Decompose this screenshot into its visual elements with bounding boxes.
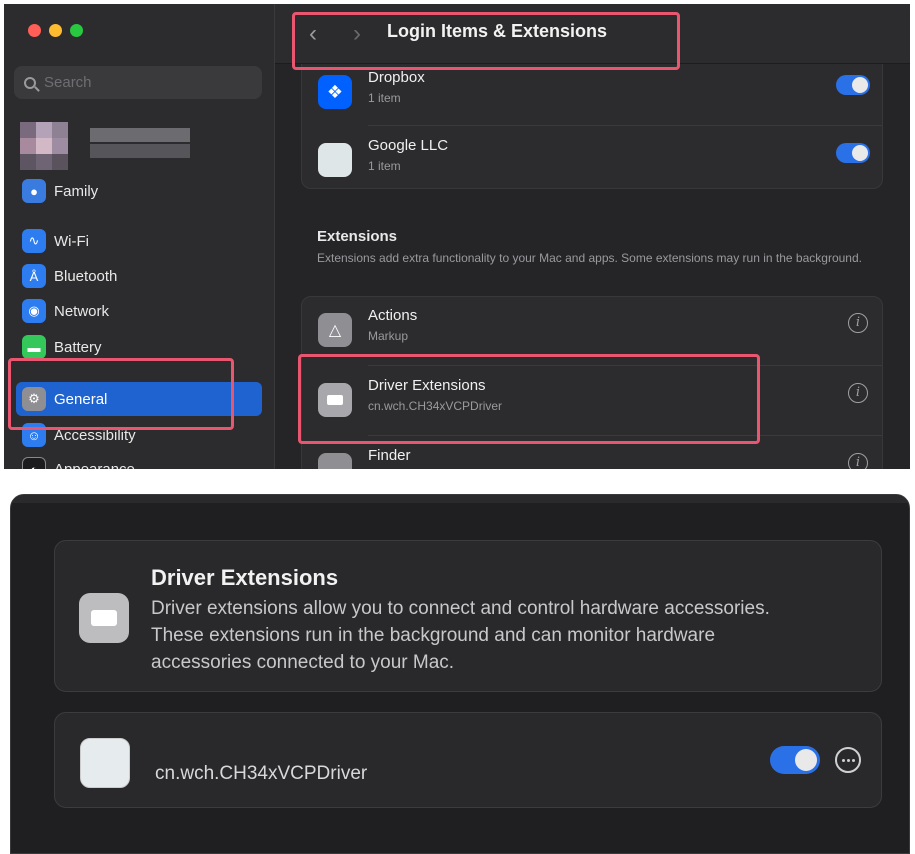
account-profile[interactable] [20, 122, 190, 170]
sidebar-item-appearance[interactable]: ◐ Appearance [16, 454, 262, 469]
page-title: Login Items & Extensions [387, 21, 608, 41]
info-icon[interactable]: i [848, 313, 868, 333]
sidebar-search[interactable] [14, 66, 262, 99]
sidebar-item-bluetooth[interactable]: Å Bluetooth [16, 261, 262, 291]
login-item-count: 1 item [368, 91, 401, 105]
titlebar: ‹ › Login Items & Extensions [275, 4, 910, 64]
gear-icon: ⚙ [22, 387, 46, 411]
google-toggle[interactable] [836, 143, 870, 163]
driver-app-icon [80, 738, 130, 788]
window-controls [28, 24, 83, 37]
search-icon [24, 76, 36, 89]
minimize-window-button[interactable] [49, 24, 62, 37]
sidebar-item-family[interactable]: ● Family [16, 176, 262, 206]
driver-extension-icon [318, 383, 352, 417]
finder-icon [318, 453, 352, 469]
sidebar-item-accessibility[interactable]: ☺ Accessibility [16, 420, 262, 450]
extension-sub: Markup [368, 329, 409, 343]
extension-name: Finder [368, 447, 411, 464]
more-options-icon[interactable] [835, 747, 861, 773]
login-item-name: Dropbox [368, 69, 425, 86]
dropbox-toggle[interactable] [836, 75, 870, 95]
family-icon: ● [22, 179, 46, 203]
sidebar-item-general[interactable]: ⚙ General [16, 382, 262, 416]
extension-sub: cn.wch.CH34xVCPDriver [368, 399, 503, 413]
driver-row-card: cn.wch.CH34xVCPDriver [54, 712, 882, 808]
divider [368, 365, 882, 366]
system-settings-window: ● Family ∿ Wi-Fi Å Bluetooth ◉ Network ▬… [4, 4, 910, 469]
extension-name: Actions [368, 307, 418, 324]
zoom-window-button[interactable] [70, 24, 83, 37]
sidebar-item-network[interactable]: ◉ Network [16, 296, 262, 326]
sidebar-item-label: Accessibility [54, 426, 136, 444]
login-item-row: ❖ Dropbox 1 item [302, 63, 882, 129]
sidebar-item-label: Appearance [54, 460, 135, 470]
divider [368, 125, 882, 126]
markup-icon: △ [318, 313, 352, 347]
google-app-icon [318, 143, 352, 177]
search-input[interactable] [44, 74, 244, 91]
dropbox-icon: ❖ [318, 75, 352, 109]
extension-row-driver[interactable]: Driver Extensions cn.wch.CH34xVCPDriver … [302, 371, 882, 437]
sheet-edge [11, 495, 909, 503]
info-icon[interactable]: i [848, 453, 868, 469]
extensions-heading: Extensions [317, 228, 398, 245]
battery-icon: ▬ [22, 335, 46, 359]
wifi-icon: ∿ [22, 229, 46, 253]
back-button[interactable]: ‹ [303, 20, 323, 48]
extension-row-actions[interactable]: △ Actions Markup i [302, 301, 882, 367]
login-item-name: Google LLC [368, 137, 449, 154]
sidebar-item-battery[interactable]: ▬ Battery [16, 332, 262, 362]
login-item-row: Google LLC 1 item [302, 131, 882, 197]
login-item-count: 1 item [368, 159, 401, 173]
driver-extensions-sheet: Driver Extensions Driver extensions allo… [10, 494, 910, 854]
sidebar-item-label: Family [54, 182, 99, 200]
login-items-group: ❖ Dropbox 1 item Google LLC 1 item [301, 54, 883, 189]
extensions-description: Extensions add extra functionality to yo… [317, 251, 862, 265]
main-content: ❖ Dropbox 1 item Google LLC 1 item Exten… [275, 4, 910, 469]
sidebar-item-label: Network [54, 302, 110, 320]
divider [368, 435, 882, 436]
sidebar-item-wifi[interactable]: ∿ Wi-Fi [16, 226, 262, 256]
appearance-icon: ◐ [22, 457, 46, 469]
bluetooth-icon: Å [22, 264, 46, 288]
sidebar-item-label: Battery [54, 338, 102, 356]
sidebar-item-label: Bluetooth [54, 267, 118, 285]
accessibility-icon: ☺ [22, 423, 46, 447]
info-icon[interactable]: i [848, 383, 868, 403]
forward-button[interactable]: › [347, 20, 367, 48]
driver-extensions-header-card: Driver Extensions Driver extensions allo… [54, 540, 882, 692]
sheet-description: Driver extensions allow you to connect a… [151, 598, 770, 673]
extension-row-finder[interactable]: Finder i [302, 441, 882, 469]
sidebar: ● Family ∿ Wi-Fi Å Bluetooth ◉ Network ▬… [4, 4, 275, 469]
network-icon: ◉ [22, 299, 46, 323]
sidebar-item-label: Wi-Fi [54, 232, 89, 250]
sidebar-item-label: General [54, 390, 108, 408]
driver-enable-toggle[interactable] [770, 746, 820, 774]
extensions-group: △ Actions Markup i Driver Extensions cn.… [301, 296, 883, 469]
sheet-title: Driver Extensions [151, 565, 339, 590]
close-window-button[interactable] [28, 24, 41, 37]
driver-extension-icon [79, 593, 129, 643]
driver-name: cn.wch.CH34xVCPDriver [155, 763, 368, 784]
extension-name: Driver Extensions [368, 377, 486, 394]
